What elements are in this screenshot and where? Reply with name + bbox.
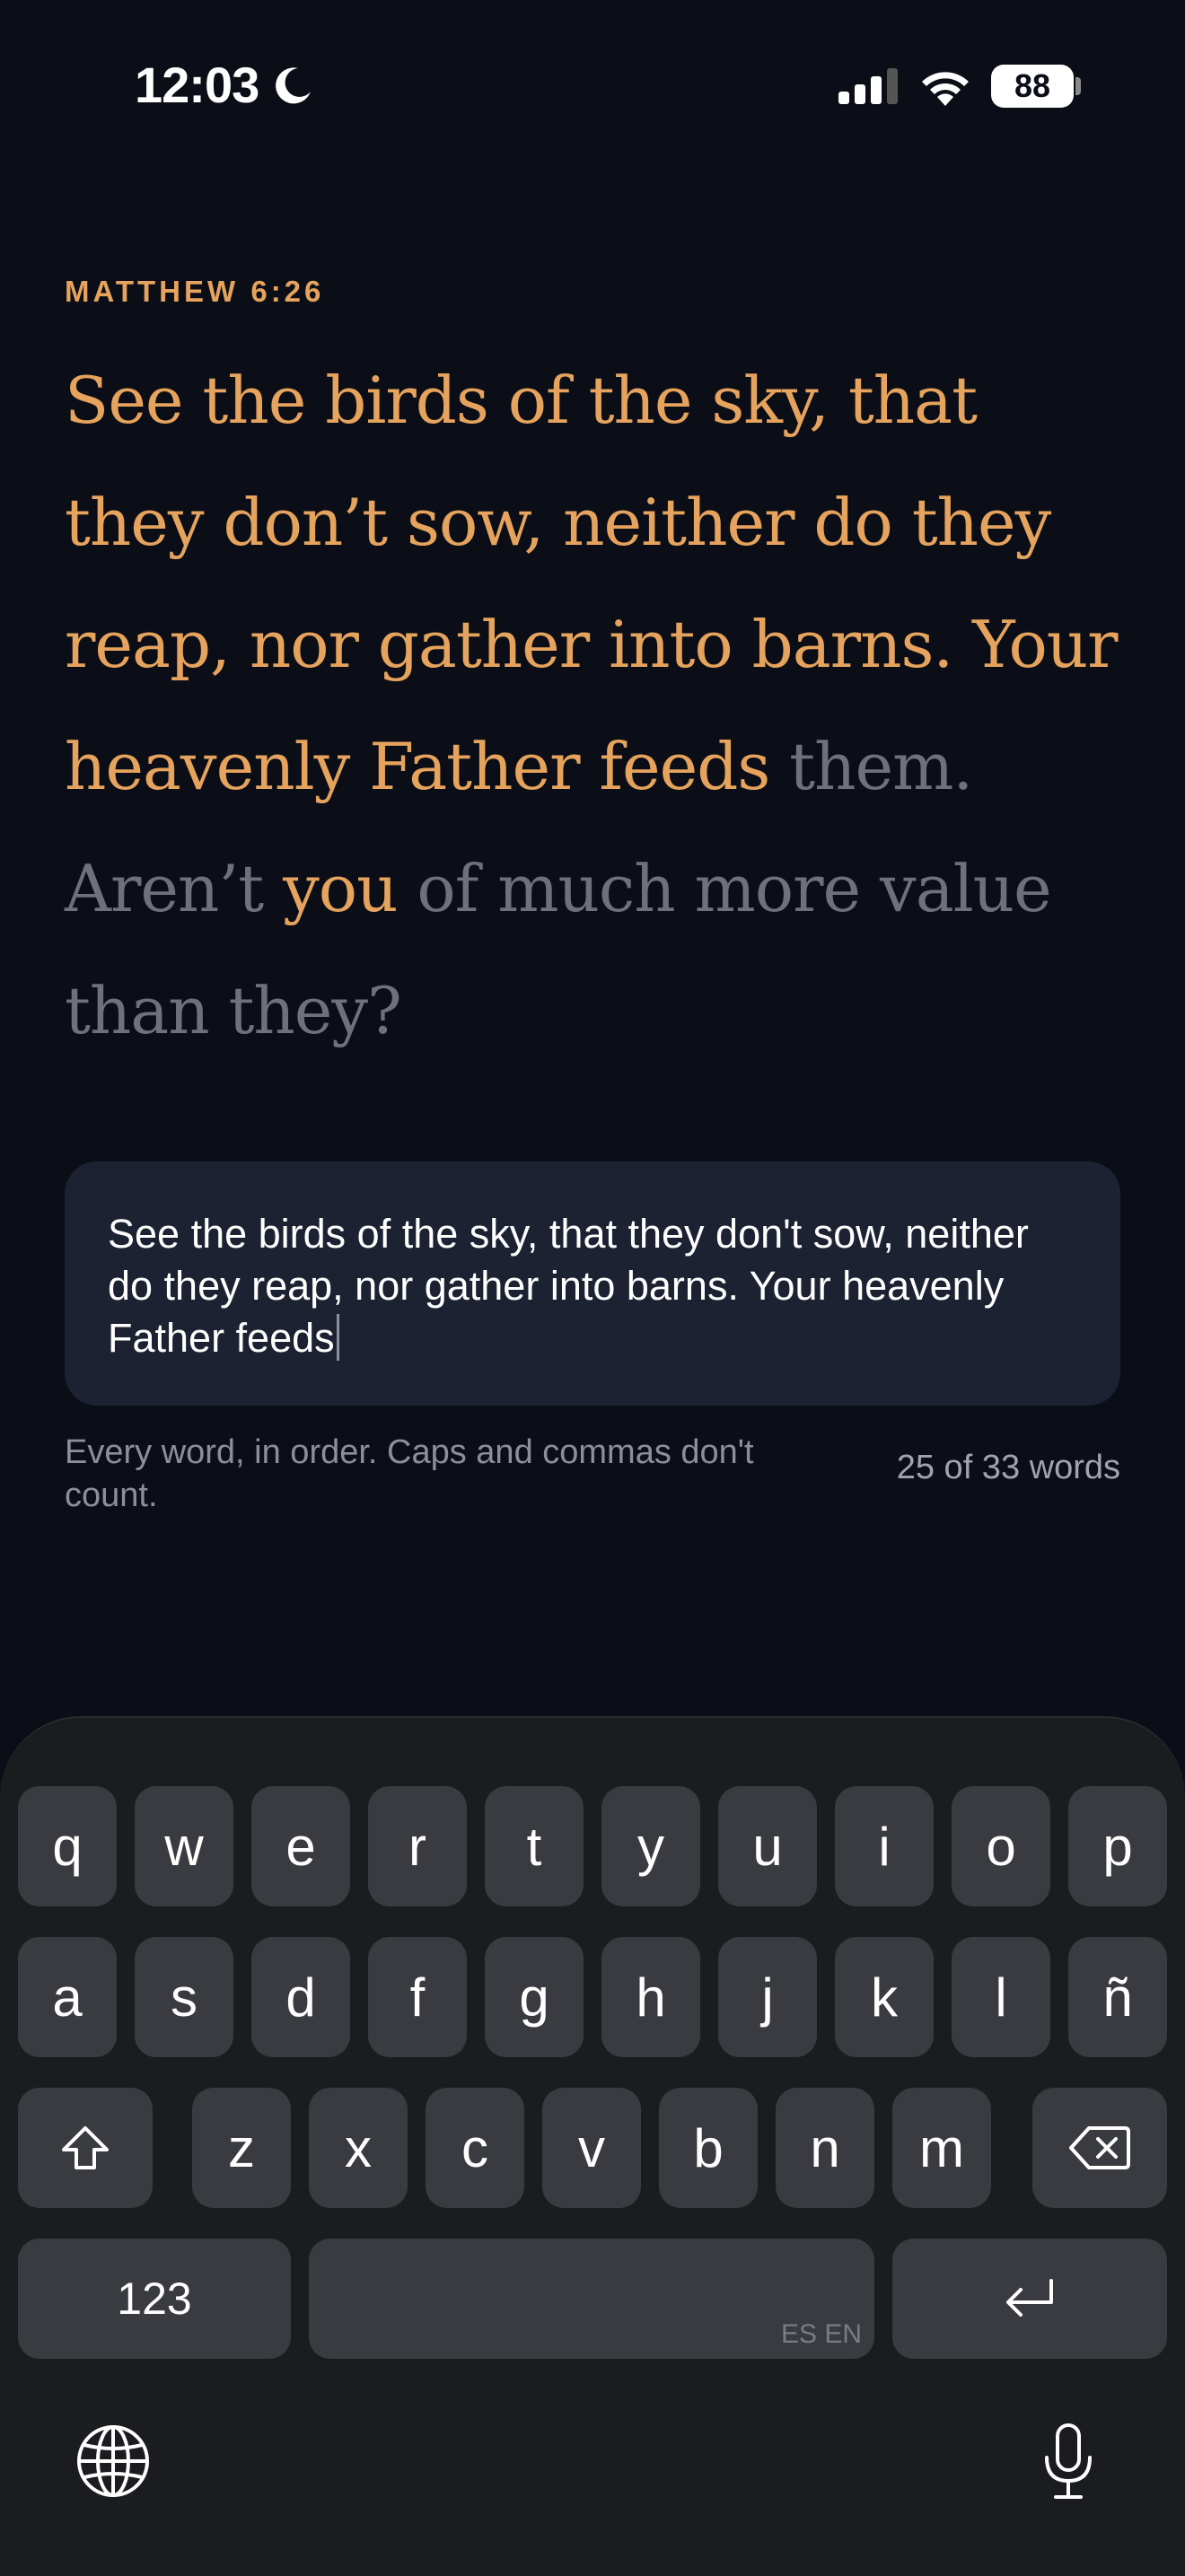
verse-text: See the birds of the sky, that they don’… [65,339,1124,1072]
key-l[interactable]: l [952,1937,1050,2057]
moon-icon [276,67,311,104]
globe-icon[interactable] [75,2423,151,2499]
key-w[interactable]: w [135,1786,233,1906]
key-c[interactable]: c [426,2088,524,2208]
key-n-tilde[interactable]: ñ [1068,1937,1167,2057]
word-progress: 25 of 33 words [896,1449,1120,1486]
keyboard: q w e r t y u i o p a s d f g h j k l ñ … [0,1716,1185,2576]
key-z[interactable]: z [192,2088,291,2208]
key-h[interactable]: h [601,1937,700,2057]
key-i[interactable]: i [835,1786,934,1906]
key-r[interactable]: r [368,1786,467,1906]
return-key[interactable] [892,2239,1167,2359]
key-t[interactable]: t [485,1786,584,1906]
backspace-key[interactable] [1032,2088,1167,2208]
key-x[interactable]: x [309,2088,408,2208]
verse-input[interactable]: See the birds of the sky, that they don'… [65,1161,1120,1406]
shift-key[interactable] [18,2088,153,2208]
backspace-icon [1069,2126,1130,2169]
wifi-icon [922,72,969,106]
status-time: 12:03 [135,57,259,113]
battery-icon: 88 [991,65,1074,108]
battery-cap [1075,77,1081,95]
verse-reference: MATTHEW 6:26 [65,275,325,308]
key-k[interactable]: k [835,1937,934,2057]
return-icon [1006,2279,1053,2317]
key-n[interactable]: n [776,2088,874,2208]
key-d[interactable]: d [251,1937,350,2057]
shift-icon [62,2126,109,2169]
text-cursor [336,1314,339,1361]
key-b[interactable]: b [659,2088,758,2208]
key-f[interactable]: f [368,1937,467,2057]
space-key[interactable]: ES EN [309,2239,874,2359]
space-language-hint: ES EN [780,2319,862,2349]
input-hint: Every word, in order. Caps and commas do… [65,1433,754,1514]
key-y[interactable]: y [601,1786,700,1906]
battery-level: 88 [1014,67,1051,104]
key-m[interactable]: m [892,2088,991,2208]
key-a[interactable]: a [18,1937,117,2057]
numbers-key[interactable]: 123 [18,2239,291,2359]
key-e[interactable]: e [251,1786,350,1906]
key-j[interactable]: j [718,1937,817,2057]
verse-input-value: See the birds of the sky, that they don'… [108,1211,1029,1361]
key-o[interactable]: o [952,1786,1050,1906]
signal-icon [838,68,898,104]
verse-next-word: you [283,851,398,926]
key-g[interactable]: g [485,1937,584,2057]
key-s[interactable]: s [135,1937,233,2057]
microphone-icon[interactable] [1041,2422,1095,2501]
key-p[interactable]: p [1068,1786,1167,1906]
key-q[interactable]: q [18,1786,117,1906]
key-u[interactable]: u [718,1786,817,1906]
key-v[interactable]: v [542,2088,641,2208]
